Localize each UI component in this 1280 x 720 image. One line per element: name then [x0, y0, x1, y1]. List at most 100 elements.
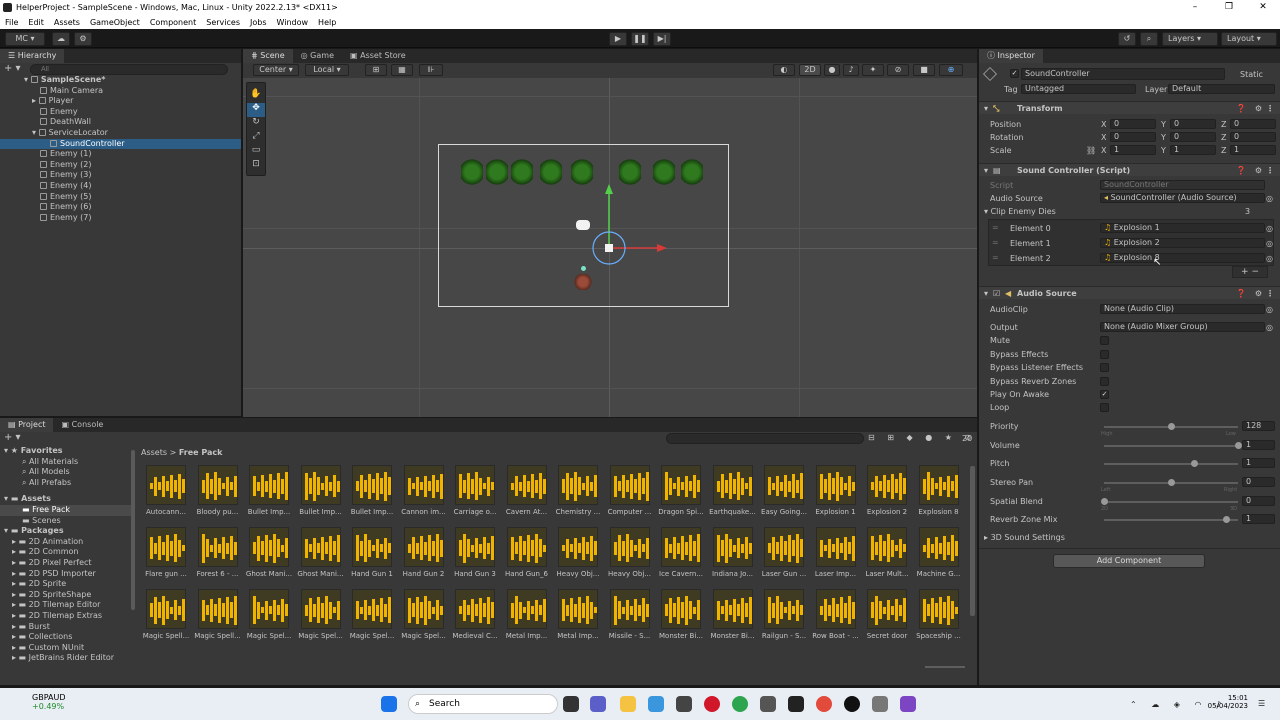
- asset-item[interactable]: Magic Spel...: [399, 589, 449, 640]
- mute-checkbox[interactable]: [1100, 336, 1109, 345]
- more-icon[interactable]: ⋮: [1266, 102, 1274, 115]
- scale-link-icon[interactable]: ⛓: [1086, 146, 1096, 155]
- audio-source-header[interactable]: ▾ ☑ ◀ Audio Source ❓ ⚙ ⋮: [979, 286, 1280, 299]
- stereo-pan-knob[interactable]: [1168, 479, 1175, 486]
- drag-handle-icon[interactable]: =: [992, 253, 999, 262]
- asset-item[interactable]: Spaceship ...: [914, 589, 964, 640]
- priority-field[interactable]: 128: [1242, 421, 1275, 431]
- asset-item[interactable]: Explosion 8: [914, 465, 964, 516]
- reverb-mix-slider[interactable]: [1104, 519, 1238, 521]
- list-add-button[interactable]: +: [1241, 267, 1249, 277]
- asset-item[interactable]: Bullet Imp...: [244, 465, 294, 516]
- volume-field[interactable]: 1: [1242, 440, 1275, 450]
- package-item[interactable]: ▸ ▬ Custom NUnit: [0, 643, 131, 654]
- breadcrumb-free-pack[interactable]: Free Pack: [179, 448, 223, 457]
- element-1-field[interactable]: ♫ Explosion 2: [1100, 238, 1265, 248]
- list-remove-button[interactable]: −: [1251, 267, 1259, 277]
- scale-y-field[interactable]: 1: [1170, 145, 1216, 155]
- hierarchy-item-servicelocator[interactable]: ▾ ServiceLocator: [0, 128, 241, 139]
- clip-list-label[interactable]: ▾ Clip Enemy Dies: [984, 207, 1056, 216]
- tab-hierarchy[interactable]: ☰ Hierarchy: [0, 49, 65, 63]
- transform-tool-icon[interactable]: ⊡: [247, 159, 265, 173]
- asset-item[interactable]: Flare gun ...: [141, 527, 191, 578]
- asset-item[interactable]: Heavy Obj...: [553, 527, 603, 578]
- tag-dropdown[interactable]: Untagged: [1021, 84, 1136, 94]
- search-icon[interactable]: ⌕: [1140, 32, 1158, 46]
- scale-tool-icon[interactable]: ⤢: [247, 131, 265, 145]
- chat-icon[interactable]: [590, 696, 606, 712]
- move-tool-icon[interactable]: ✥: [247, 103, 265, 117]
- asset-item[interactable]: Indiana Jo...: [708, 527, 758, 578]
- audio-source-field[interactable]: ◂ SoundController (Audio Source): [1100, 193, 1265, 203]
- file-explorer-icon[interactable]: [620, 696, 636, 712]
- menu-gameobject[interactable]: GameObject: [85, 18, 145, 27]
- start-icon[interactable]: [381, 696, 397, 712]
- asset-item[interactable]: Forest 6 - ...: [193, 527, 243, 578]
- tab-inspector[interactable]: ⓘ Inspector: [979, 49, 1043, 63]
- asset-item[interactable]: Heavy Obj...: [605, 527, 655, 578]
- notification-icon[interactable]: ☰: [1258, 699, 1265, 708]
- more-icon[interactable]: ⋮: [1266, 287, 1274, 300]
- package-item[interactable]: ▸ ▬ Collections: [0, 632, 131, 643]
- pause-button[interactable]: ❚❚: [631, 32, 649, 46]
- asset-item[interactable]: Autocann...: [141, 465, 191, 516]
- asset-item[interactable]: Secret door: [862, 589, 912, 640]
- maximize-button[interactable]: ❐: [1212, 0, 1246, 15]
- asset-item[interactable]: Dragon Spi...: [656, 465, 706, 516]
- clip-count-value[interactable]: 3: [1245, 207, 1250, 216]
- scale-z-field[interactable]: 1: [1230, 145, 1276, 155]
- project-add-button[interactable]: + ▾: [4, 432, 21, 443]
- asset-item[interactable]: Laser Mult...: [862, 527, 912, 578]
- position-z-field[interactable]: 0: [1230, 119, 1276, 129]
- scene-viewport[interactable]: ✋ ✥ ↻ ⤢ ▭ ⊡: [243, 78, 977, 417]
- app-icon[interactable]: [676, 696, 692, 712]
- enemy-sprite[interactable]: [511, 158, 533, 186]
- pitch-knob[interactable]: [1190, 460, 1198, 467]
- asset-item[interactable]: Row Boat - ...: [811, 589, 861, 640]
- account-button[interactable]: MC ▾: [5, 32, 45, 46]
- pitch-slider[interactable]: [1104, 463, 1238, 465]
- github-icon[interactable]: [844, 696, 860, 712]
- hierarchy-item-enemy-4[interactable]: Enemy (4): [0, 181, 241, 192]
- package-item[interactable]: ▸ ▬ 2D Common: [0, 547, 131, 558]
- hierarchy-item-enemy-3[interactable]: Enemy (3): [0, 170, 241, 181]
- object-picker-icon[interactable]: ◎: [1266, 305, 1273, 314]
- hierarchy-item-enemy-2[interactable]: Enemy (2): [0, 160, 241, 171]
- tab-game[interactable]: ◎ Game: [293, 49, 342, 63]
- reverb-mix-field[interactable]: 1: [1242, 514, 1275, 524]
- asset-item[interactable]: Bullet Imp...: [347, 465, 397, 516]
- hierarchy-item-enemy-7[interactable]: Enemy (7): [0, 213, 241, 224]
- asset-item[interactable]: Hand Gun 2: [399, 527, 449, 578]
- drag-handle-icon[interactable]: =: [992, 238, 999, 247]
- settings-icon[interactable]: ⚙: [1255, 164, 1262, 177]
- 3d-sound-settings-foldout[interactable]: ▸ 3D Sound Settings: [984, 533, 1065, 542]
- bypass-reverb-checkbox[interactable]: [1100, 377, 1109, 386]
- layout-dropdown[interactable]: Layout ▾: [1221, 32, 1277, 46]
- asset-item[interactable]: Carriage o...: [450, 465, 500, 516]
- asset-item[interactable]: Cavern At...: [502, 465, 552, 516]
- rotate-tool-icon[interactable]: ↻: [247, 117, 265, 131]
- player-sprite[interactable]: [573, 274, 593, 290]
- add-component-button[interactable]: Add Component: [1053, 554, 1205, 568]
- layers-dropdown[interactable]: Layers ▾: [1162, 32, 1218, 46]
- asset-item[interactable]: Explosion 1: [811, 465, 861, 516]
- pivot-dropdown[interactable]: Center ▾: [253, 64, 299, 76]
- camera-icon[interactable]: ■: [913, 64, 935, 76]
- favorite-all-materials[interactable]: ⌕ All Materials: [0, 457, 131, 468]
- rotation-y-field[interactable]: 0: [1170, 132, 1216, 142]
- hierarchy-item-enemy[interactable]: Enemy: [0, 107, 241, 118]
- help-icon[interactable]: ❓: [1236, 164, 1246, 177]
- asset-item[interactable]: Machine G...: [914, 527, 964, 578]
- hierarchy-scene-row[interactable]: ▾ SampleScene*: [0, 75, 241, 86]
- asset-item[interactable]: Cannon im...: [399, 465, 449, 516]
- loop-checkbox[interactable]: [1100, 403, 1109, 412]
- hierarchy-add-button[interactable]: + ▾: [4, 63, 21, 74]
- asset-item[interactable]: Magic Spell...: [141, 589, 191, 640]
- component-enabled-checkbox[interactable]: ☑: [993, 287, 1000, 300]
- object-picker-icon[interactable]: ◎: [1266, 239, 1273, 248]
- collab-icon[interactable]: ⚙: [74, 32, 92, 46]
- reverb-mix-knob[interactable]: [1222, 516, 1230, 523]
- asset-item[interactable]: Computer ...: [605, 465, 655, 516]
- thumbnail-size-slider[interactable]: [925, 666, 965, 668]
- asset-item[interactable]: Easy Going...: [759, 465, 809, 516]
